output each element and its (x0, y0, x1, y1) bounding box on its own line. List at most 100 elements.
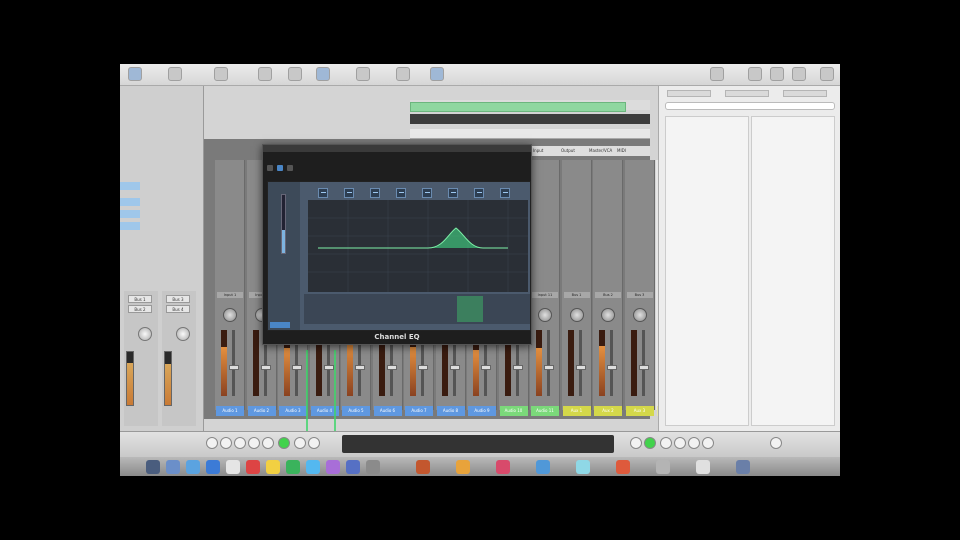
eq-band-icon[interactable] (370, 188, 380, 198)
inspector-selection[interactable] (120, 210, 140, 218)
inspector-selection[interactable] (120, 222, 140, 230)
finder-icon[interactable] (146, 460, 160, 474)
pan-knob[interactable] (138, 327, 152, 341)
volume-fader-cap[interactable] (229, 365, 239, 370)
notes-icon[interactable] (266, 460, 280, 474)
channel-name[interactable]: Audio 11 (531, 406, 559, 416)
itunes-icon[interactable] (326, 460, 340, 474)
stop-button[interactable] (234, 437, 246, 449)
eq-curve-display[interactable] (308, 200, 528, 292)
channel-name[interactable]: Aux 3 (625, 406, 654, 416)
channel-name[interactable]: Audio 2 (247, 406, 276, 416)
eq-band-params[interactable] (357, 296, 383, 322)
toolbar-button[interactable] (214, 67, 228, 81)
inspector-io-button[interactable]: Bus 3 (166, 295, 190, 303)
preview-icon[interactable] (536, 460, 550, 474)
eq-band-params[interactable] (432, 296, 458, 322)
list-item[interactable] (670, 127, 746, 134)
mixer-tab[interactable]: Output (558, 147, 578, 155)
pan-knob[interactable] (601, 308, 615, 322)
mixer-button[interactable] (288, 67, 302, 81)
input-slot[interactable]: Bus 1 (563, 292, 590, 298)
contacts-icon[interactable] (226, 460, 240, 474)
app-store-icon[interactable] (346, 460, 360, 474)
input-slot[interactable]: Input 11 (532, 292, 558, 298)
trash-icon[interactable] (736, 460, 750, 474)
pan-knob[interactable] (176, 327, 190, 341)
go-to-start-button[interactable] (248, 437, 260, 449)
volume-fader-cap[interactable] (638, 365, 649, 370)
loop-browser-button[interactable] (430, 67, 444, 81)
channel-name[interactable]: Audio 1 (216, 406, 244, 416)
channel-name[interactable]: Audio 10 (499, 406, 528, 416)
list-item[interactable] (670, 135, 746, 142)
analyzer-button[interactable] (270, 322, 290, 328)
channel-name[interactable]: Audio 9 (468, 406, 496, 416)
channel-name[interactable]: Aux 2 (594, 406, 622, 416)
media-browser-button[interactable] (710, 67, 724, 81)
list-item[interactable] (670, 119, 746, 126)
eq-band-icon[interactable] (422, 188, 432, 198)
apple-loops-button[interactable] (748, 67, 762, 81)
volume-fader-cap[interactable] (418, 365, 428, 370)
eq-band-icon[interactable] (474, 188, 484, 198)
facetime-icon[interactable] (306, 460, 320, 474)
volume-fader-track[interactable] (232, 330, 235, 396)
volume-fader-cap[interactable] (292, 365, 302, 370)
count-in-button[interactable] (644, 437, 656, 449)
volume-fader-track[interactable] (641, 330, 645, 396)
tab-project[interactable] (667, 90, 711, 97)
eq-band-icon[interactable] (318, 188, 328, 198)
volume-fader-track[interactable] (610, 330, 613, 396)
eq-band-icon[interactable] (448, 188, 458, 198)
documents-icon[interactable] (696, 460, 710, 474)
eq-band-params[interactable] (332, 296, 358, 322)
eq-band-icon[interactable] (396, 188, 406, 198)
logic-pro-icon[interactable] (416, 460, 430, 474)
library-button[interactable] (128, 67, 142, 81)
pan-knob[interactable] (569, 308, 584, 322)
mixer-tab[interactable]: Master/VCA (586, 147, 615, 155)
pan-knob[interactable] (223, 308, 237, 322)
eq-band-icon[interactable] (344, 188, 354, 198)
timeline-ruler[interactable] (410, 114, 650, 124)
browser-search-input[interactable] (665, 102, 835, 110)
inspector-io-button[interactable]: Bus 1 (128, 295, 152, 303)
solo-button[interactable] (674, 437, 686, 449)
pause-button[interactable] (262, 437, 274, 449)
inspector-selection[interactable] (120, 182, 140, 190)
tab-media[interactable] (783, 90, 827, 97)
volume-fader-cap[interactable] (544, 365, 554, 370)
mixer-tab[interactable]: Input (530, 147, 546, 155)
volume-fader-cap[interactable] (607, 365, 617, 370)
input-slot[interactable]: Bus 2 (595, 292, 621, 298)
launchpad-icon[interactable] (166, 460, 180, 474)
list-item[interactable] (670, 143, 746, 150)
pan-knob[interactable] (538, 308, 552, 322)
list-editors-button[interactable] (356, 67, 370, 81)
cycle-button[interactable] (308, 437, 320, 449)
play-button[interactable] (278, 437, 290, 449)
channel-name[interactable]: Audio 6 (373, 406, 402, 416)
preset-button[interactable] (267, 165, 273, 171)
list-button[interactable] (792, 67, 806, 81)
system-preferences-icon[interactable] (366, 460, 380, 474)
gain-slider[interactable] (281, 194, 286, 254)
browser-button[interactable] (820, 67, 834, 81)
inspector-io-button[interactable]: Bus 4 (166, 305, 190, 313)
messages-icon[interactable] (286, 460, 300, 474)
volume-fader-cap[interactable] (323, 365, 334, 370)
metronome-button[interactable] (630, 437, 642, 449)
channel-name[interactable]: Audio 5 (342, 406, 370, 416)
eq-band-params[interactable] (382, 296, 408, 322)
forward-button[interactable] (220, 437, 232, 449)
input-slot[interactable]: Input 1 (217, 292, 243, 298)
volume-fader-cap[interactable] (575, 365, 586, 370)
inspector-io-button[interactable]: Bus 2 (128, 305, 152, 313)
garageband-icon[interactable] (456, 460, 470, 474)
inspector-selection[interactable] (120, 198, 140, 206)
eq-band-params[interactable] (457, 296, 483, 322)
volume-fader-cap[interactable] (512, 365, 523, 370)
plugin-window-title[interactable] (263, 145, 531, 152)
editors-button[interactable] (316, 67, 330, 81)
